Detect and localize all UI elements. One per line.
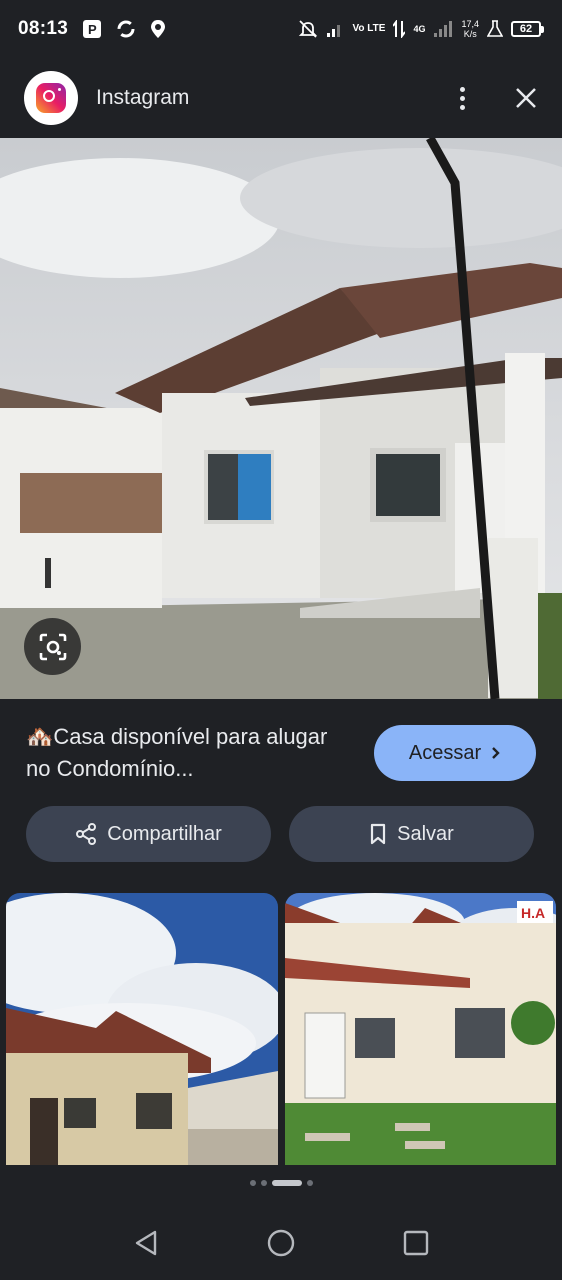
dot (306, 1180, 313, 1186)
action-buttons: Compartilhar Salvar (26, 806, 534, 862)
related-images: H.A (6, 893, 556, 1165)
bookmark-icon (371, 823, 386, 845)
save-label: Salvar (397, 822, 454, 845)
lens-search-button[interactable] (24, 618, 81, 675)
status-bar: 08:13 P Vo LTE 4G 17,4 K/s 62 (0, 0, 562, 58)
dot (260, 1180, 267, 1186)
app-bar: Instagram (0, 58, 562, 138)
sync-icon (117, 20, 135, 38)
net-type-label: 4G (413, 24, 426, 34)
visit-button[interactable]: Acessar (374, 725, 536, 781)
house-thumb-2: H.A (284, 893, 556, 1165)
battery-level: 62 (511, 21, 541, 37)
house-thumb-1 (6, 893, 278, 1165)
network-speed: 17,4 K/s (461, 19, 479, 39)
home-icon[interactable] (266, 1228, 296, 1258)
mute-notification-icon (299, 20, 318, 38)
result-caption-row: 🏘️Casa disponível para alugar no Condomí… (0, 718, 562, 788)
parking-icon: P (83, 20, 102, 38)
source-title[interactable]: Instagram (96, 86, 189, 110)
volte-label: Vo LTE (352, 23, 386, 34)
instagram-logo-icon[interactable] (24, 71, 78, 125)
related-image-2[interactable]: H.A (284, 893, 556, 1165)
lens-icon (39, 633, 66, 660)
data-transfer-icon (393, 20, 406, 38)
share-label: Compartilhar (107, 822, 222, 845)
share-button[interactable]: Compartilhar (26, 806, 271, 862)
svg-text:P: P (88, 22, 97, 37)
share-icon (76, 823, 97, 845)
close-icon[interactable] (514, 86, 538, 110)
realtor-badge: H.A (521, 905, 545, 921)
signal-icon (327, 25, 341, 37)
pagination-dots (0, 1180, 562, 1186)
flask-icon (487, 20, 503, 37)
main-image[interactable] (0, 138, 562, 699)
save-button[interactable]: Salvar (289, 806, 534, 862)
house-emoji-icon: 🏘️ (26, 724, 54, 749)
clock: 08:13 (18, 18, 69, 39)
location-icon (151, 20, 166, 38)
result-caption-text: Casa disponível para alugar no Condomíni… (26, 724, 328, 781)
more-options-icon[interactable] (456, 86, 468, 110)
dot (249, 1180, 256, 1186)
visit-label: Acessar (408, 741, 482, 764)
result-title[interactable]: 🏘️Casa disponível para alugar no Condomí… (26, 721, 356, 785)
signal-2-icon (434, 21, 453, 37)
house-photo (0, 138, 562, 699)
battery-icon: 62 (511, 21, 544, 37)
chevron-right-icon (492, 747, 500, 759)
system-nav-bar (0, 1205, 562, 1280)
speed-value: 17,4 (461, 19, 479, 29)
dot-active (271, 1180, 302, 1186)
speed-unit: K/s (463, 29, 477, 39)
recents-icon[interactable] (403, 1230, 429, 1256)
back-icon[interactable] (133, 1229, 159, 1257)
related-image-1[interactable] (6, 893, 278, 1165)
